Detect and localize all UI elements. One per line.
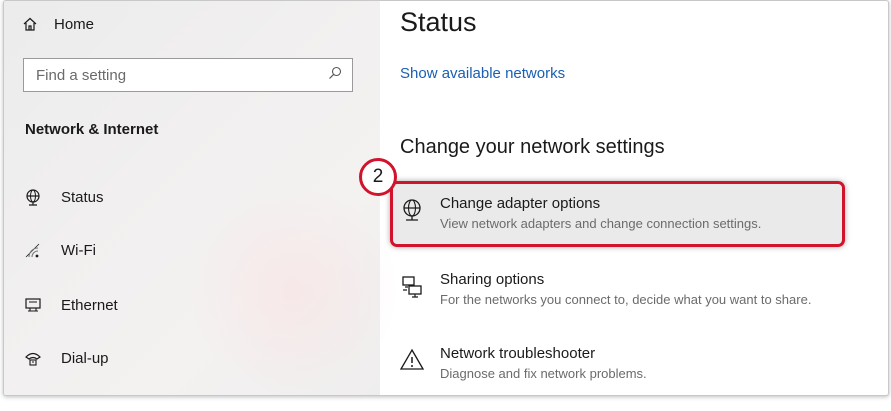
show-available-networks-link[interactable]: Show available networks [400, 65, 565, 82]
share-icon [400, 274, 424, 298]
sidebar-item-ethernet[interactable]: Ethernet [23, 291, 118, 319]
sidebar-item-label: Status [61, 188, 104, 206]
page-title: Status [400, 7, 477, 37]
warning-icon [399, 348, 425, 372]
globe-icon [23, 187, 43, 207]
ethernet-icon [23, 295, 43, 315]
network-troubleshooter[interactable]: Network troubleshooter Diagnose and fix … [392, 337, 862, 391]
search-box[interactable] [23, 58, 353, 92]
sidebar-item-dialup[interactable]: Dial-up [23, 344, 109, 372]
home-label: Home [54, 15, 95, 33]
sidebar-item-label: Ethernet [61, 296, 118, 314]
sidebar-section-title: Network & Internet [25, 121, 159, 138]
main-content: Status Show available networks Change yo… [359, 1, 888, 395]
option-description: View network adapters and change connect… [440, 216, 762, 231]
search-input[interactable] [34, 65, 328, 85]
option-description: Diagnose and fix network problems. [440, 366, 647, 381]
option-title: Change adapter options [440, 195, 601, 212]
sidebar-item-label: Wi-Fi [61, 241, 96, 259]
home-nav-item[interactable]: Home [20, 11, 94, 37]
option-title: Sharing options [440, 271, 545, 288]
globe-icon [400, 198, 424, 222]
sidebar-item-wifi[interactable]: Wi-Fi [23, 236, 96, 264]
sidebar-item-status[interactable]: Status [23, 183, 104, 211]
option-title: Network troubleshooter [440, 345, 596, 362]
search-icon[interactable] [328, 66, 342, 85]
settings-window: Home Network & Internet Status Wi-Fi [3, 0, 889, 396]
sidebar-item-label: Dial-up [61, 349, 109, 367]
change-adapter-options[interactable]: Change adapter options View network adap… [392, 187, 862, 241]
sharing-options[interactable]: Sharing options For the networks you con… [392, 263, 862, 317]
option-description: For the networks you connect to, decide … [440, 292, 812, 307]
section-title: Change your network settings [400, 136, 665, 158]
sidebar: Home Network & Internet Status Wi-Fi [4, 1, 404, 395]
phone-icon [23, 348, 43, 368]
home-icon [20, 14, 40, 34]
wifi-icon [23, 240, 43, 260]
